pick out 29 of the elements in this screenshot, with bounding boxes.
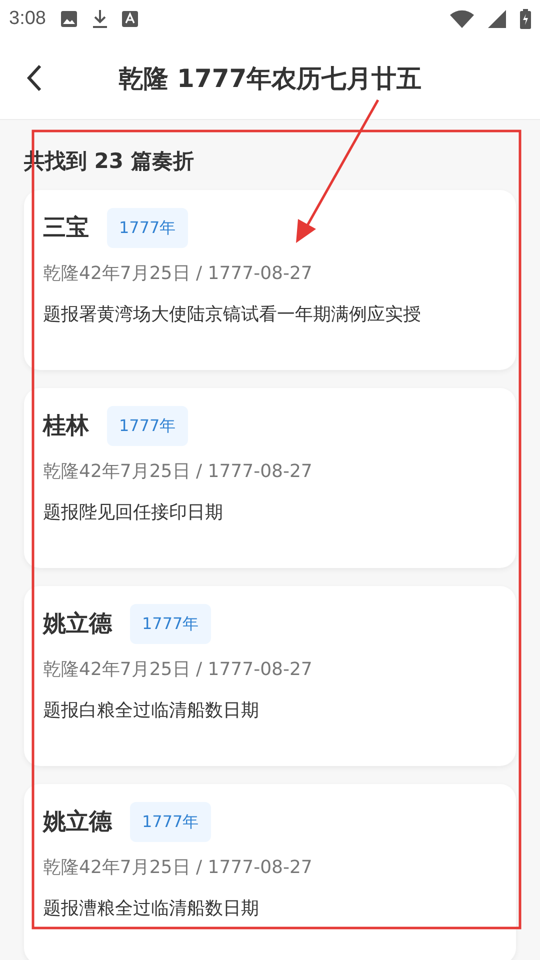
memorial-card[interactable]: 三宝 1777年 乾隆42年7月25日 / 1777-08-27 题报署黄湾场大使陆京镐试看一年期满例应实授 — [24, 190, 516, 370]
memorial-card[interactable]: 桂林 1777年 乾隆42年7月25日 / 1777-08-27 题报陛见回任接印日期 — [24, 388, 516, 568]
memorial-card[interactable]: 姚立德 1777年 乾隆42年7月25日 / 1777-08-27 题报白粮全过临清船数日期 — [24, 586, 516, 766]
memorial-date: 乾隆42年7月25日 / 1777-08-27 — [43, 262, 314, 286]
battery-icon — [520, 9, 531, 29]
memorial-title: 题报陛见回任接印日期 — [43, 501, 224, 525]
back-icon — [26, 64, 42, 92]
author-name: 姚立德 — [43, 808, 112, 837]
download-icon — [92, 9, 108, 29]
memorial-title: 题报白粮全过临清船数日期 — [43, 699, 260, 723]
memorial-date: 乾隆42年7月25日 / 1777-08-27 — [43, 658, 314, 682]
author-name: 桂林 — [43, 412, 89, 441]
status-time: 3:08 — [9, 6, 46, 31]
image-icon — [60, 10, 78, 28]
memorial-title: 题报署黄湾场大使陆京镐试看一年期满例应实授 — [43, 303, 422, 327]
year-tag: 1777年 — [107, 406, 188, 446]
memorial-card[interactable]: 姚立德 1777年 乾隆42年7月25日 / 1777-08-27 题报漕粮全过临清船数日期 — [24, 784, 516, 960]
memorial-date: 乾隆42年7月25日 / 1777-08-27 — [43, 856, 314, 880]
year-tag: 1777年 — [107, 208, 188, 248]
year-tag: 1777年 — [130, 604, 211, 644]
author-name: 三宝 — [43, 214, 89, 243]
wifi-icon — [450, 10, 474, 28]
memorial-date: 乾隆42年7月25日 / 1777-08-27 — [43, 460, 314, 484]
author-name: 姚立德 — [43, 610, 112, 639]
signal-icon — [488, 10, 506, 28]
year-tag: 1777年 — [130, 802, 211, 842]
page-title: 乾隆 1777年农历七月廿五 — [118, 62, 422, 95]
text-icon — [122, 11, 138, 27]
memorial-title: 题报漕粮全过临清船数日期 — [43, 897, 260, 921]
